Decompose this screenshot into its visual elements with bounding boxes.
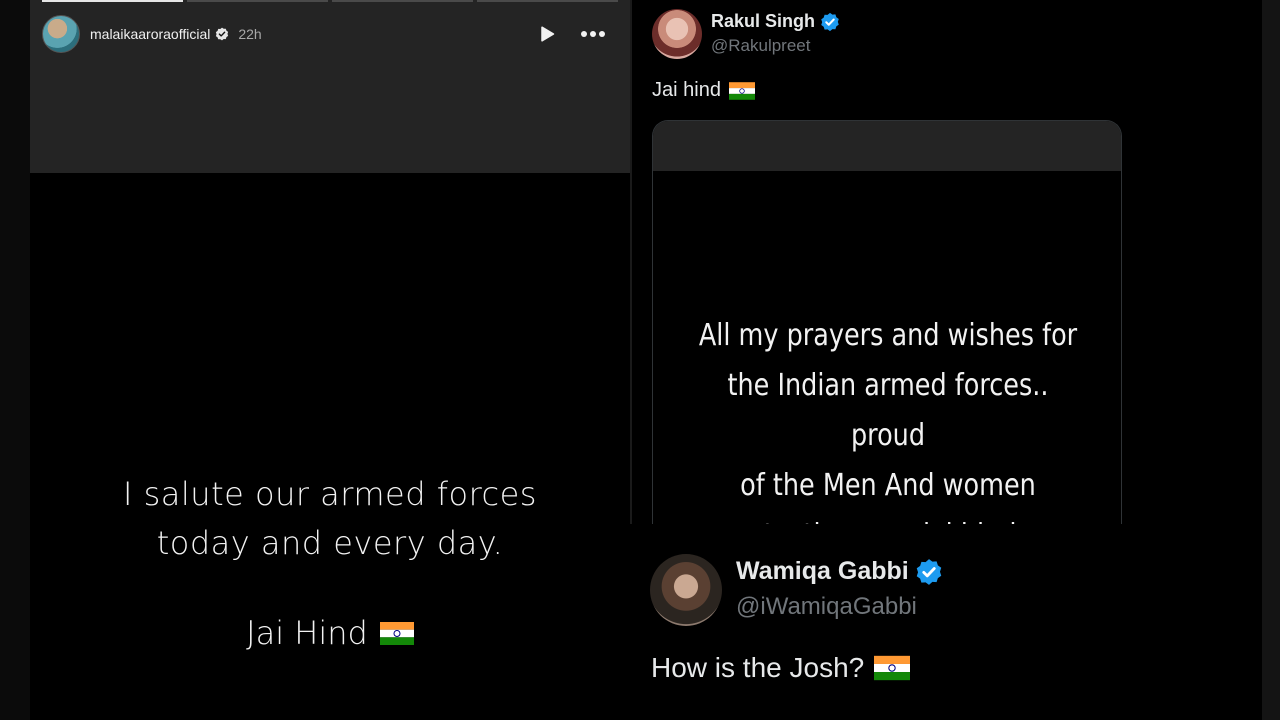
instagram-story: malaikaaroraofficial 22h I salute our ar… bbox=[30, 0, 630, 720]
story-controls bbox=[538, 25, 618, 43]
media-line-last: protecting us .. jai hind bbox=[688, 511, 1088, 524]
play-icon[interactable] bbox=[538, 25, 556, 43]
tweet-author-handle[interactable]: @iWamiqaGabbi bbox=[736, 593, 917, 621]
verified-icon bbox=[821, 12, 839, 31]
story-text: I salute our armed forces today and ever… bbox=[30, 470, 630, 652]
avatar[interactable] bbox=[42, 15, 80, 53]
media-line: All my prayers and wishes for bbox=[698, 318, 1078, 353]
tweet-author-name[interactable]: Wamiqa Gabbi bbox=[736, 557, 943, 586]
story-username[interactable]: malaikaaroraofficial bbox=[90, 26, 210, 42]
tweet-media-image[interactable]: All my prayers and wishes for the Indian… bbox=[652, 120, 1122, 524]
progress-segment bbox=[187, 0, 328, 2]
right-gutter bbox=[1262, 0, 1280, 720]
verified-icon bbox=[916, 558, 941, 585]
india-flag-icon bbox=[379, 621, 414, 645]
author-name-text: Rakul Singh bbox=[711, 11, 816, 31]
media-line: the Indian armed forces.. proud bbox=[727, 368, 1049, 453]
story-line: today and every day. bbox=[156, 524, 504, 562]
tweet-text-content: Jai hind bbox=[652, 79, 721, 101]
progress-segment bbox=[477, 0, 618, 2]
avatar[interactable] bbox=[650, 554, 722, 626]
tweet-text: How is the Josh? bbox=[651, 652, 911, 684]
progress-segment bbox=[42, 0, 183, 2]
progress-segment bbox=[332, 0, 473, 2]
more-icon[interactable] bbox=[580, 30, 606, 38]
left-gutter bbox=[0, 0, 30, 720]
story-sign-off: Jai Hind bbox=[30, 614, 630, 652]
story-header: malaikaaroraofficial 22h bbox=[42, 14, 618, 54]
tweet-text-content: How is the Josh? bbox=[651, 652, 865, 683]
media-text: All my prayers and wishes for the Indian… bbox=[688, 311, 1088, 524]
tweet-wamiqa: Wamiqa Gabbi @iWamiqaGabbi How is the Jo… bbox=[632, 524, 1262, 720]
media-line: protecting us .. jai hind bbox=[722, 511, 1016, 524]
tweet-rakul: Rakul Singh @Rakulpreet Jai hind All my … bbox=[632, 0, 1262, 524]
author-name-text: Wamiqa Gabbi bbox=[736, 557, 909, 585]
tweet-author-name[interactable]: Rakul Singh bbox=[711, 11, 840, 32]
avatar[interactable] bbox=[652, 9, 702, 59]
india-flag-icon bbox=[874, 655, 911, 681]
story-line: I salute our armed forces bbox=[123, 475, 537, 513]
tweet-text: Jai hind bbox=[652, 79, 755, 102]
tweet-author-handle[interactable]: @Rakulpreet bbox=[711, 36, 810, 56]
media-top-bar bbox=[653, 121, 1121, 171]
media-line: of the Men And women bbox=[740, 468, 1036, 503]
story-sign-text: Jai Hind bbox=[246, 614, 368, 652]
story-timestamp: 22h bbox=[238, 26, 262, 42]
verified-icon bbox=[216, 27, 229, 41]
story-progress-bar bbox=[42, 0, 618, 2]
india-flag-icon bbox=[728, 81, 755, 100]
